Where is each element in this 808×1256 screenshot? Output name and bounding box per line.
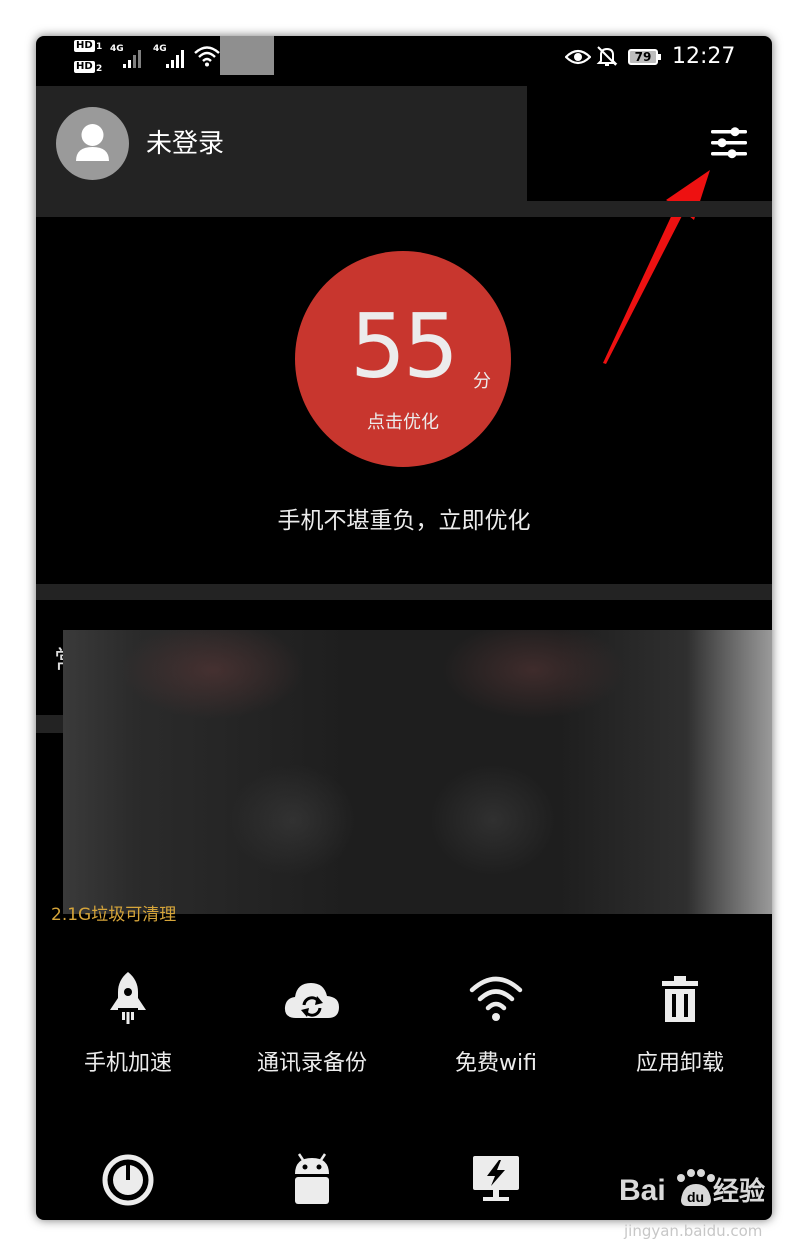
tool-app-uninstall[interactable]: 应用卸载 xyxy=(588,970,772,1088)
timer-icon xyxy=(102,1154,154,1206)
watermark-url: jingyan.baidu.com xyxy=(624,1222,763,1240)
sliders-icon[interactable] xyxy=(710,124,748,162)
junk-size-text[interactable]: 2.1G垃圾可清理 xyxy=(51,904,176,926)
sim1-network: 4G xyxy=(110,44,124,54)
account-header[interactable]: 未登录 xyxy=(36,86,527,201)
trash-icon xyxy=(662,976,698,1022)
wifi-icon xyxy=(194,46,220,67)
signal-icon xyxy=(166,46,190,68)
tool-label: 通讯录备份 xyxy=(256,1051,367,1076)
battery-icon: 79 xyxy=(628,49,661,65)
watermark-jingyan: 经验 xyxy=(713,1176,765,1207)
optimize-score-button[interactable]: 55 分 点击优化 xyxy=(295,251,511,467)
cloud-sync-icon xyxy=(284,983,339,1018)
status-mask xyxy=(220,36,274,75)
annotation-arrow xyxy=(603,170,710,364)
sim2-index: 2 xyxy=(96,64,103,74)
blurred-region xyxy=(63,630,772,914)
user-icon xyxy=(76,124,109,161)
tool-contacts-backup[interactable]: 通讯录备份 xyxy=(220,970,404,1088)
clock: 12:27 xyxy=(672,44,736,69)
eye-icon xyxy=(565,49,591,65)
paw-du-text: du xyxy=(687,1189,704,1205)
avatar[interactable] xyxy=(56,107,129,180)
sim1-index: 1 xyxy=(96,42,103,52)
rocket-icon xyxy=(110,972,146,1024)
monitor-bolt-icon xyxy=(473,1156,519,1201)
watermark-brand: Bai xyxy=(619,1174,666,1207)
section-divider xyxy=(36,201,772,217)
tool-free-wifi[interactable]: 免费wifi xyxy=(404,970,588,1088)
tool-phone-boost[interactable]: 手机加速 xyxy=(36,970,220,1088)
optimize-label: 点击优化 xyxy=(367,412,439,433)
tool-label: 手机加速 xyxy=(83,1051,172,1076)
bell-off-icon xyxy=(596,46,618,66)
tool-monitor[interactable] xyxy=(404,1152,588,1212)
hd-badge-1: HD xyxy=(74,40,95,52)
tool-timer[interactable] xyxy=(36,1152,220,1212)
phone-screen: HD 1 HD 2 4G 4G 79 12:27 未登录 55 分 点击优化 手… xyxy=(36,36,772,1220)
login-status[interactable]: 未登录 xyxy=(146,128,224,160)
tool-android[interactable] xyxy=(220,1152,404,1212)
tool-label: 应用卸载 xyxy=(635,1051,724,1076)
signal-icon xyxy=(123,46,147,68)
android-icon xyxy=(295,1153,329,1204)
section-divider xyxy=(36,584,772,600)
score-unit: 分 xyxy=(473,371,491,392)
wifi-icon xyxy=(469,976,523,1021)
tool-label: 免费wifi xyxy=(455,1051,537,1076)
hd-badge-2: HD xyxy=(74,61,95,73)
sim2-network: 4G xyxy=(153,44,167,54)
watermark-logo: Bai du 经验 xyxy=(619,1169,765,1207)
optimize-tip: 手机不堪重负，立即优化 xyxy=(277,508,531,534)
